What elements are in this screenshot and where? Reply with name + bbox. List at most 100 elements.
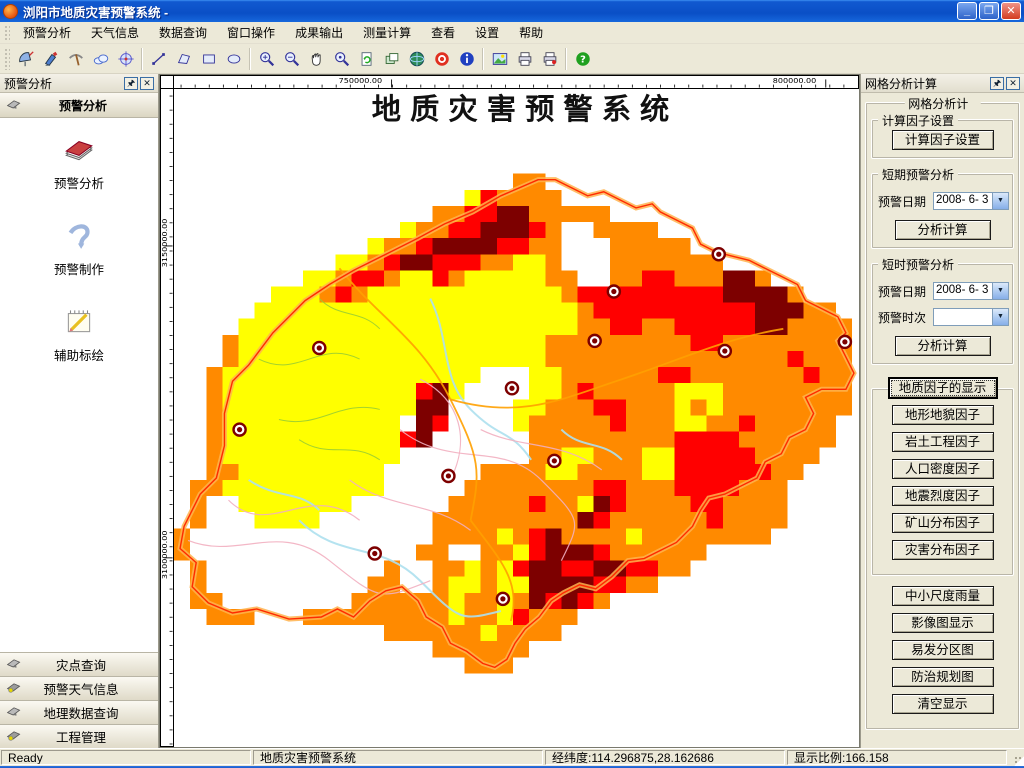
restore-button[interactable]: ❐: [979, 2, 999, 20]
menu-1[interactable]: 天气信息: [81, 21, 149, 44]
window-titlebar: 浏阳市地质灾害预警系统 - _ ❐ ✕: [0, 0, 1024, 22]
spray-icon[interactable]: [38, 46, 63, 71]
stop-icon[interactable]: [429, 46, 454, 71]
factor-button-灾害分布因子[interactable]: 灾害分布因子: [891, 540, 994, 560]
menu-7[interactable]: 设置: [465, 21, 509, 44]
line-icon[interactable]: [146, 46, 171, 71]
left-item-辅助标绘[interactable]: 辅助标绘: [54, 304, 104, 364]
menu-6[interactable]: 查看: [421, 21, 465, 44]
pin-icon[interactable]: 🖈: [990, 76, 1004, 90]
menu-0[interactable]: 预警分析: [13, 21, 81, 44]
zoom-extent-icon[interactable]: [329, 46, 354, 71]
rectangle-icon[interactable]: [196, 46, 221, 71]
menu-2[interactable]: 数据查询: [149, 21, 217, 44]
chevron-down-icon[interactable]: ▼: [992, 193, 1008, 209]
immediate-analyze-button[interactable]: 分析计算: [894, 336, 991, 356]
factor-buttons-group: 地形地貌因子 岩土工程因子 人口密度因子 地震烈度因子 矿山分布因子 灾害分布因子: [871, 388, 1014, 576]
immediate-time-label: 预警时次: [878, 310, 927, 325]
status-coordinates: 经纬度:114.296875,28.162686: [545, 750, 785, 765]
left-item-预警分析[interactable]: 预警分析: [54, 132, 104, 192]
left-panel-titlebar: 预警分析 🖈 ✕: [0, 74, 158, 93]
left-panel-title: 预警分析: [4, 76, 53, 91]
status-scale: 显示比例:166.158: [787, 750, 1007, 765]
refresh-icon[interactable]: [354, 46, 379, 71]
close-button[interactable]: ✕: [1001, 2, 1021, 20]
image-icon[interactable]: [487, 46, 512, 71]
resize-grip[interactable]: [1008, 749, 1024, 766]
info-icon[interactable]: [454, 46, 479, 71]
immediate-date-select[interactable]: 2008- 6- 3 ▼: [933, 282, 1009, 300]
pin-icon[interactable]: 🖈: [124, 76, 138, 90]
menu-5[interactable]: 测量计算: [353, 21, 421, 44]
left-panel-body: 预警分析预警制作辅助标绘: [0, 118, 158, 652]
ellipse-icon[interactable]: [221, 46, 246, 71]
panel-bar-工程管理[interactable]: 工程管理: [0, 724, 158, 748]
print-icon[interactable]: [512, 46, 537, 71]
factor-button-矿山分布因子[interactable]: 矿山分布因子: [891, 513, 994, 533]
help-icon[interactable]: ?: [570, 46, 595, 71]
plane-tool-yellow-icon: [6, 727, 22, 746]
factor-button-地形地貌因子[interactable]: 地形地貌因子: [891, 405, 994, 425]
panel-bar-地理数据查询[interactable]: 地理数据查询: [0, 700, 158, 724]
factor-setting-button[interactable]: 计算因子设置: [891, 130, 994, 150]
right-panel-titlebar: 网格分析计算 🖈 ✕: [861, 74, 1024, 93]
right-panel-title: 网格分析计算: [865, 76, 938, 91]
globe-icon[interactable]: [404, 46, 429, 71]
panel-bar-预警天气信息[interactable]: 预警天气信息: [0, 676, 158, 700]
chevron-down-icon[interactable]: ▼: [992, 309, 1008, 325]
left-item-label: 辅助标绘: [53, 349, 104, 363]
panel-bar-label: 预警天气信息: [43, 683, 119, 697]
radar-icon[interactable]: [13, 46, 38, 71]
menu-4[interactable]: 成果输出: [285, 21, 353, 44]
menu-3[interactable]: 窗口操作: [217, 21, 285, 44]
status-system-name: 地质灾害预警系统: [253, 750, 543, 765]
toolbar-grip[interactable]: [3, 46, 10, 71]
extra-button-易发分区图[interactable]: 易发分区图: [891, 640, 994, 660]
toolbar-separator: [565, 47, 567, 70]
toolbar-separator: [249, 47, 251, 70]
right-panel: 网格分析计算 🖈 ✕ 网格分析计算 计算因子设置 计算因子设置 短期预警分析 预…: [860, 74, 1024, 748]
plane-tool-yellow-icon: [6, 679, 22, 698]
short-term-group: 短期预警分析 预警日期 2008- 6- 3 ▼ 分析计算: [871, 166, 1014, 249]
geo-factor-display-button[interactable]: 地质因子的显示: [887, 377, 998, 399]
extra-button-影像图显示[interactable]: 影像图显示: [891, 613, 994, 633]
minimize-button[interactable]: _: [957, 2, 977, 20]
left-item-预警制作[interactable]: 预警制作: [54, 218, 104, 278]
left-panel-close-icon[interactable]: ✕: [140, 76, 154, 90]
immediate-label: 短时预警分析: [878, 256, 959, 273]
print-color-icon[interactable]: [537, 46, 562, 71]
warning-make-icon: [62, 218, 96, 255]
map-canvas[interactable]: 地质灾害预警系统: [174, 89, 859, 747]
left-panel-header[interactable]: 预警分析: [0, 93, 158, 118]
zoom-in-icon[interactable]: [254, 46, 279, 71]
sketch-icon: [62, 304, 96, 341]
factor-button-人口密度因子[interactable]: 人口密度因子: [891, 459, 994, 479]
layers-icon[interactable]: [379, 46, 404, 71]
extra-button-防治规划图[interactable]: 防治规划图: [891, 667, 994, 687]
pan-icon[interactable]: [304, 46, 329, 71]
svg-text:750000.00: 750000.00: [339, 76, 383, 84]
factor-button-地震烈度因子[interactable]: 地震烈度因子: [891, 486, 994, 506]
pick-icon[interactable]: [63, 46, 88, 71]
target-icon[interactable]: [113, 46, 138, 71]
menubar-grip[interactable]: [3, 24, 10, 41]
plane-tool-icon: [6, 96, 22, 115]
ruler-corner: [160, 75, 174, 89]
right-panel-close-icon[interactable]: ✕: [1006, 76, 1020, 90]
polygon-icon[interactable]: [171, 46, 196, 71]
extra-button-清空显示[interactable]: 清空显示: [891, 694, 994, 714]
book-icon: [62, 132, 96, 169]
immediate-date-value: 2008- 6- 3: [936, 284, 989, 296]
plane-tool-icon: [6, 703, 22, 722]
factor-button-岩土工程因子[interactable]: 岩土工程因子: [891, 432, 994, 452]
cloud-icon[interactable]: [88, 46, 113, 71]
panel-bar-灾点查询[interactable]: 灾点查询: [0, 652, 158, 676]
short-term-date-select[interactable]: 2008- 6- 3 ▼: [933, 192, 1009, 210]
extra-button-中小尺度雨量[interactable]: 中小尺度雨量: [891, 586, 994, 606]
immediate-time-value: [934, 309, 992, 325]
menu-8[interactable]: 帮助: [509, 21, 553, 44]
immediate-time-select[interactable]: ▼: [933, 308, 1009, 326]
zoom-out-icon[interactable]: [279, 46, 304, 71]
short-term-analyze-button[interactable]: 分析计算: [894, 220, 991, 240]
chevron-down-icon[interactable]: ▼: [992, 283, 1008, 299]
